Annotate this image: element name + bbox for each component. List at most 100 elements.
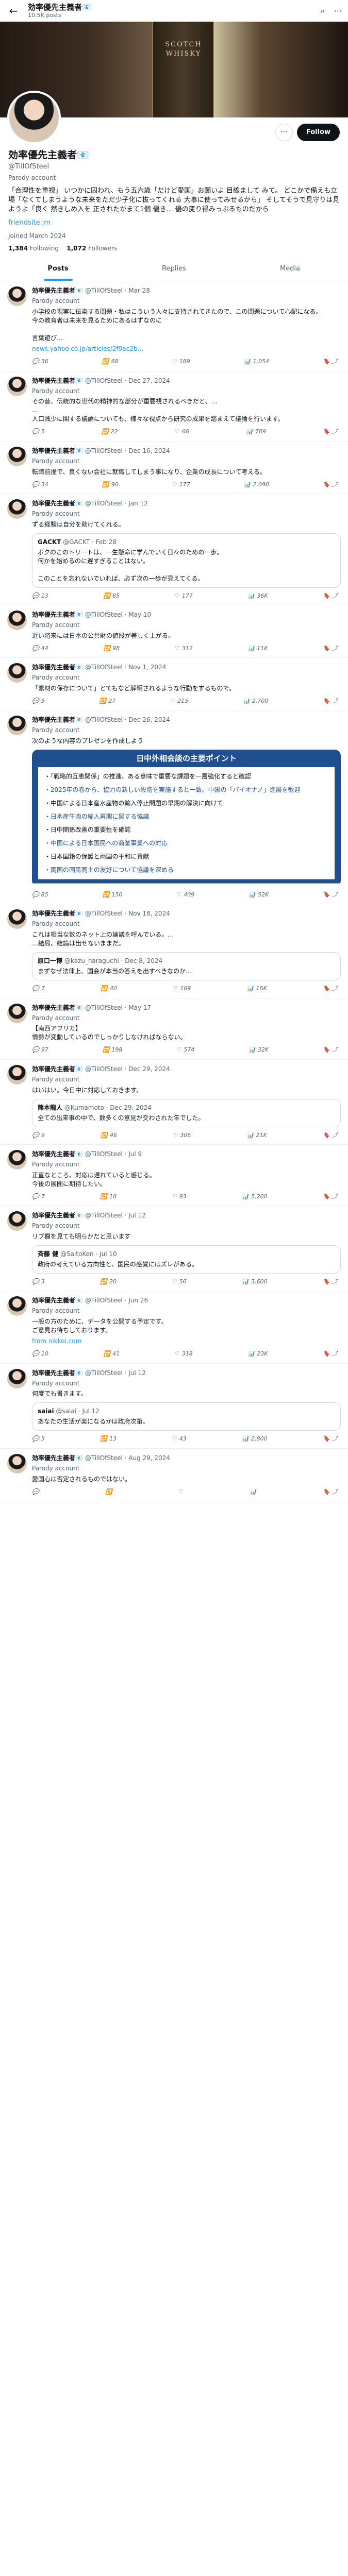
post-author-name[interactable]: 効率優先主義者📧	[32, 377, 83, 384]
bookmark-icon[interactable]: 🔖	[323, 1278, 330, 1285]
bookmark-icon[interactable]: 🔖	[323, 1350, 330, 1358]
post-item[interactable]: 効率優先主義者📧 @TillOfSteel · Dec 29, 2024 Paro…	[0, 1060, 348, 1145]
share-icon[interactable]: ⤴	[332, 1488, 338, 1496]
share-icon[interactable]: ⤴	[332, 481, 338, 488]
post-author-name[interactable]: 効率優先主義者📧	[32, 1150, 83, 1158]
post-item[interactable]: 効率優先主義者📧 @TillOfSteel · May 10 Parody acc…	[0, 605, 348, 658]
search-icon[interactable]: ⌕	[321, 6, 325, 16]
bookmark-icon[interactable]: 🔖	[323, 1046, 330, 1054]
like-action[interactable]: ♡ 215	[170, 697, 188, 705]
views-action[interactable]: 📊 3,600	[242, 1278, 267, 1285]
views-action[interactable]: 📊 32K	[248, 1046, 269, 1054]
reply-action[interactable]: 💬 5	[32, 697, 45, 705]
post-author-name[interactable]: 効率優先主義者📧	[32, 664, 83, 671]
bookmark-icon[interactable]: 🔖	[323, 645, 330, 652]
post-author-name[interactable]: 効率優先主義者📧	[32, 611, 83, 618]
bookmark-icon[interactable]: 🔖	[323, 481, 330, 488]
repost-action[interactable]: 🔁 27	[100, 697, 116, 705]
share-icon[interactable]: ⤴	[332, 1193, 338, 1200]
like-action[interactable]: ♡ 409	[176, 891, 194, 899]
tab-replies[interactable]: Replies	[116, 257, 232, 281]
post-item[interactable]: 効率優先主義者📧 @TillOfSteel · Jul 12 Parody acc…	[0, 1206, 348, 1292]
post-item[interactable]: 効率優先主義者📧 @TillOfSteel · Nov 1, 2024 Parod…	[0, 658, 348, 711]
tab-posts[interactable]: Posts	[0, 257, 116, 281]
post-author-name[interactable]: 効率優先主義者📧	[32, 287, 83, 294]
quoted-post[interactable]: 斉藤 健 @SaitoKen · Jul 10 政府の考えている方向性と、国民の感…	[32, 1245, 341, 1274]
bookmark-icon[interactable]: 🔖	[323, 985, 330, 992]
repost-action[interactable]: 🔁 90	[102, 481, 119, 488]
reply-action[interactable]: 💬 5	[32, 1435, 45, 1443]
views-action[interactable]: 📊 2,090	[244, 481, 269, 488]
like-action[interactable]: ♡ 306	[173, 1131, 191, 1139]
tab-media[interactable]: Media	[232, 257, 348, 281]
like-action[interactable]: ♡ 574	[176, 1046, 194, 1054]
like-action[interactable]: ♡	[178, 1488, 186, 1496]
back-arrow-icon[interactable]: ←	[6, 4, 21, 18]
share-icon[interactable]: ⤴	[332, 645, 338, 652]
views-action[interactable]: 📊 2,700	[243, 697, 268, 705]
reply-action[interactable]: 💬	[32, 1488, 41, 1496]
like-action[interactable]: ♡ 318	[175, 1350, 193, 1358]
share-icon[interactable]: ⤴	[332, 1278, 338, 1285]
post-link[interactable]: from nikkei.com	[32, 1337, 341, 1346]
bookmark-icon[interactable]: 🔖	[323, 358, 330, 365]
post-author-name[interactable]: 効率優先主義者📧	[32, 1065, 83, 1073]
reply-action[interactable]: 💬 5	[32, 428, 45, 435]
post-item[interactable]: 効率優先主義者📧 @TillOfSteel · Mar 28 Parody acc…	[0, 281, 348, 371]
post-author-name[interactable]: 効率優先主義者📧	[32, 1454, 83, 1462]
bookmark-icon[interactable]: 🔖	[323, 1193, 330, 1200]
like-action[interactable]: ♡ 66	[175, 428, 189, 435]
bookmark-icon[interactable]: 🔖	[323, 428, 330, 435]
post-avatar[interactable]	[7, 1211, 27, 1231]
share-icon[interactable]: ⤴	[332, 697, 338, 705]
post-link[interactable]: news.yahoo.co.jp/articles/2f9ac2b…	[32, 345, 341, 353]
post-avatar[interactable]	[7, 909, 27, 929]
reply-action[interactable]: 💬 97	[32, 1046, 48, 1054]
repost-action[interactable]: 🔁	[105, 1488, 114, 1496]
reply-action[interactable]: 💬 13	[32, 592, 48, 600]
repost-action[interactable]: 🔁 22	[102, 428, 118, 435]
post-item[interactable]: 効率優先主義者📧 @TillOfSteel · Dec 26, 2024 Paro…	[0, 710, 348, 905]
post-item[interactable]: 効率優先主義者📧 @TillOfSteel · Aug 29, 2024 Paro…	[0, 1449, 348, 1501]
post-item[interactable]: 効率優先主義者📧 @TillOfSteel · Jul 12 Parody acc…	[0, 1364, 348, 1449]
share-icon[interactable]: ⤴	[332, 358, 338, 365]
share-icon[interactable]: ⤴	[332, 1350, 338, 1358]
post-item[interactable]: 効率優先主義者📧 @TillOfSteel · May 17 Parody acc…	[0, 998, 348, 1060]
post-item[interactable]: 効率優先主義者📧 @TillOfSteel · Jun 26 Parody acc…	[0, 1291, 348, 1364]
bookmark-icon[interactable]: 🔖	[323, 592, 330, 600]
repost-action[interactable]: 🔁 20	[100, 1278, 117, 1285]
repost-action[interactable]: 🔁 41	[103, 1350, 120, 1358]
bookmark-icon[interactable]: 🔖	[323, 1488, 330, 1496]
quoted-author-name[interactable]: GACKT	[38, 538, 61, 546]
quoted-author-name[interactable]: 熊本龍人	[38, 1104, 62, 1111]
following-count[interactable]: 1,384	[8, 245, 28, 252]
share-icon[interactable]: ⤴	[332, 1435, 338, 1443]
views-action[interactable]: 📊 5,200	[242, 1193, 267, 1200]
profile-site-link[interactable]: friendsite.jm	[8, 218, 340, 228]
post-item[interactable]: 効率優先主義者📧 @TillOfSteel · Dec 16, 2024 Paro…	[0, 442, 348, 494]
quoted-author-name[interactable]: 原口一博	[38, 957, 62, 964]
views-action[interactable]: 📊 21K	[247, 1131, 267, 1139]
repost-action[interactable]: 🔁 68	[102, 358, 119, 365]
repost-action[interactable]: 🔁 150	[103, 891, 123, 899]
quoted-post[interactable]: GACKT @GACKT · Feb 28 ボクのこのトリートは、一生懸命に学んで…	[32, 533, 341, 588]
post-author-name[interactable]: 効率優先主義者📧	[32, 1297, 83, 1304]
reply-action[interactable]: 💬 7	[32, 1193, 45, 1200]
views-action[interactable]: 📊 23K	[248, 1350, 268, 1358]
share-icon[interactable]: ⤴	[332, 1131, 338, 1139]
quoted-author-name[interactable]: saiai	[38, 1408, 54, 1415]
post-item[interactable]: 効率優先主義者📧 @TillOfSteel · Jan 12 Parody acc…	[0, 494, 348, 606]
repost-action[interactable]: 🔁 13	[100, 1435, 117, 1443]
post-avatar[interactable]	[7, 1003, 27, 1023]
reply-action[interactable]: 💬 44	[32, 645, 48, 652]
views-action[interactable]: 📊 789	[246, 428, 266, 435]
post-avatar[interactable]	[7, 446, 27, 466]
post-author-name[interactable]: 効率優先主義者📧	[32, 500, 83, 507]
reply-action[interactable]: 💬 36	[32, 358, 48, 365]
bookmark-icon[interactable]: 🔖	[323, 1131, 330, 1139]
reply-action[interactable]: 💬 10	[32, 1350, 48, 1358]
like-action[interactable]: ♡ 56	[172, 1278, 187, 1285]
post-author-name[interactable]: 効率優先主義者📧	[32, 447, 83, 454]
reply-action[interactable]: 💬 7	[32, 985, 45, 992]
repost-action[interactable]: 🔁 85	[103, 592, 120, 600]
